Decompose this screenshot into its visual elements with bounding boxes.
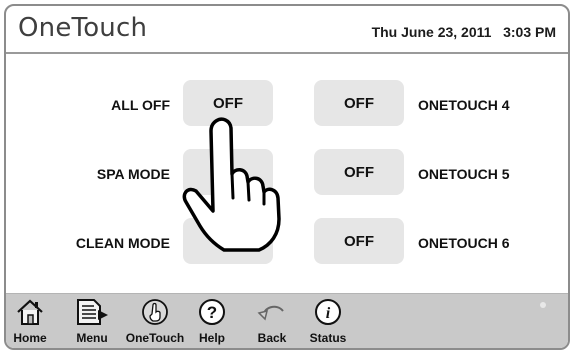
screen-frame: OneTouch Thu June 23, 2011 3:03 PM ALL O…	[4, 4, 570, 350]
date-time-display: Thu June 23, 2011 3:03 PM	[371, 24, 556, 40]
all-off-label: ALL OFF	[111, 97, 170, 113]
help-button[interactable]: ? Help	[184, 294, 240, 348]
clean-mode-label: CLEAN MODE	[75, 235, 170, 251]
status-button[interactable]: i Status	[300, 294, 356, 348]
onetouch-label: OneTouch	[125, 331, 185, 345]
onetouch-4-button[interactable]: OFF	[314, 80, 404, 126]
onetouch-icon	[142, 299, 168, 325]
home-label: Home	[13, 331, 47, 345]
help-label: Help	[198, 331, 225, 345]
onetouch-5-button[interactable]: OFF	[314, 149, 404, 195]
help-icon: ?	[199, 299, 225, 325]
status-label: Status	[309, 331, 347, 345]
pointing-hand-icon	[182, 117, 281, 252]
onetouch-5-label: ONETOUCH 5	[418, 166, 510, 182]
menu-button[interactable]: Menu	[64, 294, 120, 348]
onetouch-6-button[interactable]: OFF	[314, 218, 404, 264]
header-bar: OneTouch Thu June 23, 2011 3:03 PM	[6, 6, 568, 54]
svg-text:?: ?	[207, 303, 217, 322]
onetouch-button[interactable]: OneTouch	[122, 294, 188, 348]
menu-label: Menu	[76, 331, 108, 345]
home-button[interactable]: Home	[6, 294, 58, 348]
onetouch-6-label: ONETOUCH 6	[418, 235, 510, 251]
menu-icon	[77, 299, 108, 325]
home-icon	[17, 299, 43, 325]
indicator-dot	[540, 302, 546, 308]
svg-text:i: i	[326, 305, 331, 322]
status-icon: i	[315, 299, 341, 325]
back-label: Back	[257, 331, 287, 345]
spa-mode-label: SPA MODE	[96, 166, 170, 182]
back-icon	[257, 305, 284, 321]
page-title: OneTouch	[18, 13, 148, 43]
back-button[interactable]: Back	[244, 294, 300, 348]
onetouch-4-label: ONETOUCH 4	[418, 97, 510, 113]
bottom-toolbar: Home Menu OneTouch ? Help Back i Status	[6, 293, 568, 348]
